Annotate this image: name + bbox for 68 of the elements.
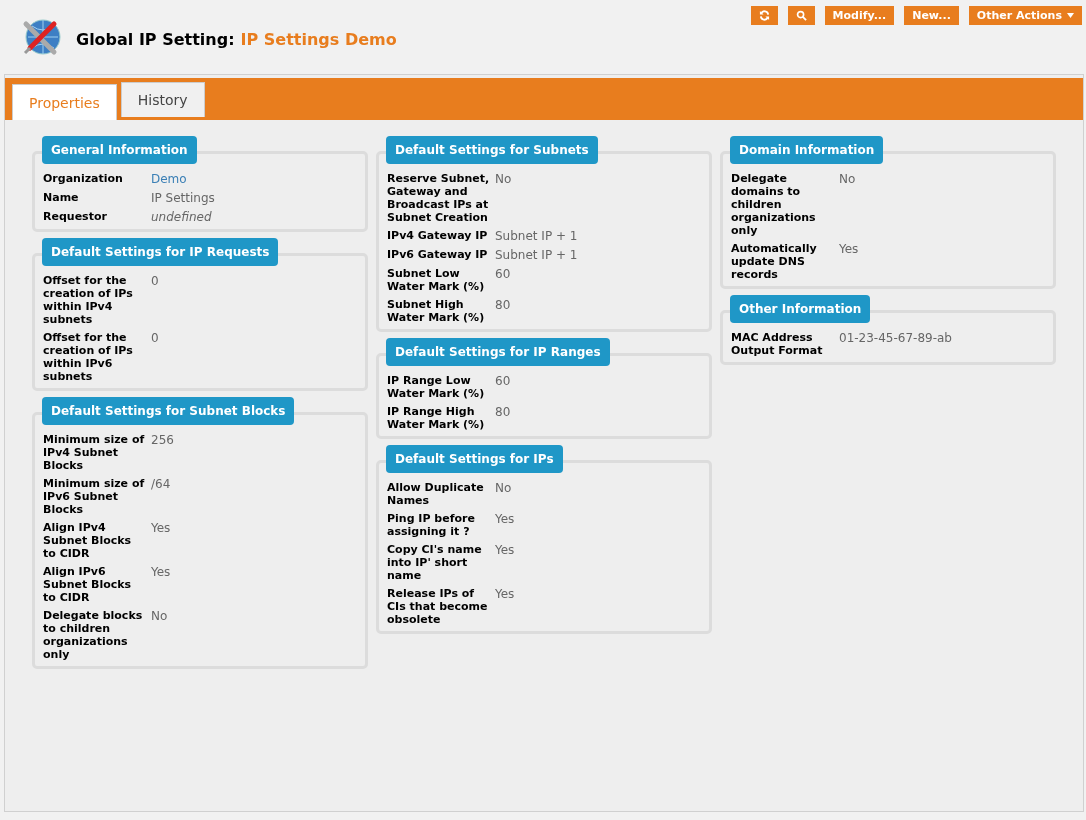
section-header: Other Information <box>730 295 871 323</box>
field-label: Ping IP before assigning it ? <box>387 512 476 538</box>
refresh-button[interactable] <box>750 6 778 25</box>
field-value: 60 <box>495 267 512 283</box>
caret-icon <box>1067 13 1074 18</box>
field-label: Requestor <box>43 210 108 224</box>
field-value: Yes <box>839 242 860 258</box>
field-label: Organization <box>43 172 124 186</box>
field-label: IP Range High Water Mark (%) <box>387 405 486 431</box>
field-value: Yes <box>495 543 516 559</box>
field-label: Name <box>43 191 80 205</box>
field-label: IPv4 Gateway IP <box>387 229 489 243</box>
field-label: Minimum size of IPv4 Subnet Blocks <box>43 433 146 472</box>
search-button[interactable] <box>787 6 815 25</box>
record-name: IP Settings Demo <box>240 29 397 49</box>
search-icon <box>795 10 807 21</box>
action-button[interactable]: New... <box>904 6 959 25</box>
field-value: 01-23-45-67-89-ab <box>839 331 953 347</box>
section-header: Default Settings for IP Requests <box>42 238 279 266</box>
field-value: /64 <box>151 477 172 493</box>
field-label: Subnet Low Water Mark (%) <box>387 267 486 293</box>
field-label: Offset for the creation of IPs within IPv6 subnets <box>43 331 134 383</box>
page-title: Global IP Setting: <box>76 29 235 49</box>
field-label: Automatically update DNS records <box>731 242 818 281</box>
action-button[interactable]: Modify... <box>824 6 895 25</box>
field-value: 80 <box>495 298 512 314</box>
field-label: Reserve Subnet, Gateway and Broadcast IPs at Subnet Creation <box>387 172 491 224</box>
section-header: Default Settings for IPs <box>386 445 563 473</box>
tab[interactable]: Properties <box>12 84 117 120</box>
field-label: Align IPv4 Subnet Blocks to CIDR <box>43 521 133 560</box>
field-label: Copy CI's name into IP' short name <box>387 543 483 582</box>
actions-menu-button[interactable]: Other Actions <box>968 6 1082 25</box>
field-value: 80 <box>495 405 512 421</box>
field-label: Allow Duplicate Names <box>387 481 485 507</box>
field-value: No <box>839 172 857 188</box>
section-header: Domain Information <box>730 136 884 164</box>
field-label: MAC Address Output Format <box>731 331 824 357</box>
field-label: Align IPv6 Subnet Blocks to CIDR <box>43 565 133 604</box>
field-value: Yes <box>151 521 172 537</box>
section-header: Default Settings for Subnet Blocks <box>42 397 295 425</box>
field-label: Delegate domains to children organizations only <box>731 172 817 237</box>
field-value: 0 <box>151 331 160 347</box>
tab[interactable]: History <box>120 82 205 117</box>
field-value: No <box>495 481 513 497</box>
field-value: Yes <box>495 512 516 528</box>
field-value: No <box>151 609 169 625</box>
field-value: Yes <box>151 565 172 581</box>
field-value: Subnet IP + 1 <box>495 248 579 262</box>
field-value: 60 <box>495 374 512 390</box>
field-value: Subnet IP + 1 <box>495 229 579 243</box>
field-label: Release IPs of CIs that become obsolete <box>387 587 489 626</box>
field-value: 256 <box>151 433 175 449</box>
field-label: Subnet High Water Mark (%) <box>387 298 486 324</box>
field-label: IPv6 Gateway IP <box>387 248 489 262</box>
section-header: Default Settings for Subnets <box>386 136 598 164</box>
field-value: No <box>495 172 513 188</box>
field-label: Offset for the creation of IPs within IPv4 subnets <box>43 274 134 326</box>
section-header: Default Settings for IP Ranges <box>386 338 610 366</box>
field-value: IP Settings <box>151 191 216 205</box>
refresh-icon <box>758 10 770 21</box>
field-label: Delegate blocks to children organizations only <box>43 609 144 661</box>
field-value: undefined <box>151 210 213 224</box>
field-link[interactable]: Demo <box>151 172 357 186</box>
field-label: IP Range Low Water Mark (%) <box>387 374 486 400</box>
field-value: Yes <box>495 587 516 603</box>
field-value: 0 <box>151 274 160 290</box>
field-label: Minimum size of IPv6 Subnet Blocks <box>43 477 146 516</box>
section-header: General Information <box>42 136 197 164</box>
